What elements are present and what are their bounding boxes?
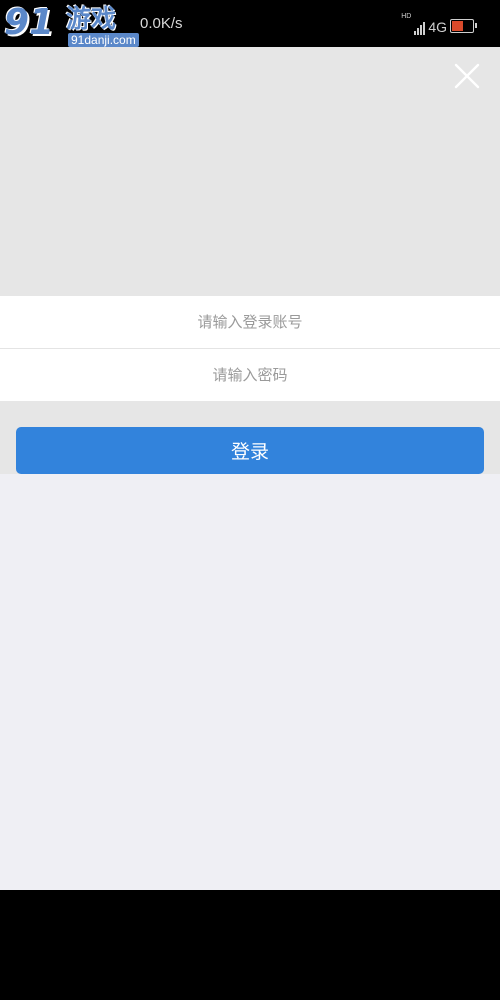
battery-icon — [450, 19, 477, 33]
close-button[interactable] — [452, 61, 482, 91]
account-input[interactable] — [0, 296, 500, 348]
status-bar: 91 游戏 91danji.com 0.0K/s HD 4G — [0, 0, 500, 47]
password-input[interactable] — [0, 349, 500, 401]
watermark-number: 91 — [4, 2, 55, 43]
navigation-bar — [0, 890, 500, 1000]
login-button[interactable]: 登录 — [16, 427, 484, 474]
login-screen: 登录 — [0, 47, 500, 890]
close-icon — [454, 63, 480, 89]
network-type: 4G — [428, 19, 447, 35]
login-form — [0, 296, 500, 401]
watermark-title: 游戏 — [66, 4, 117, 33]
button-area: 登录 — [0, 401, 500, 474]
battery-level — [452, 21, 463, 31]
header-area — [0, 47, 500, 296]
hd-label: HD — [401, 13, 412, 20]
signal-bars-icon — [414, 21, 426, 35]
status-indicators: HD 4G — [401, 13, 477, 35]
watermark-logo: 91 游戏 91danji.com — [4, 2, 139, 47]
network-speed: 0.0K/s — [140, 15, 183, 32]
watermark-site: 91danji.com — [68, 33, 139, 47]
